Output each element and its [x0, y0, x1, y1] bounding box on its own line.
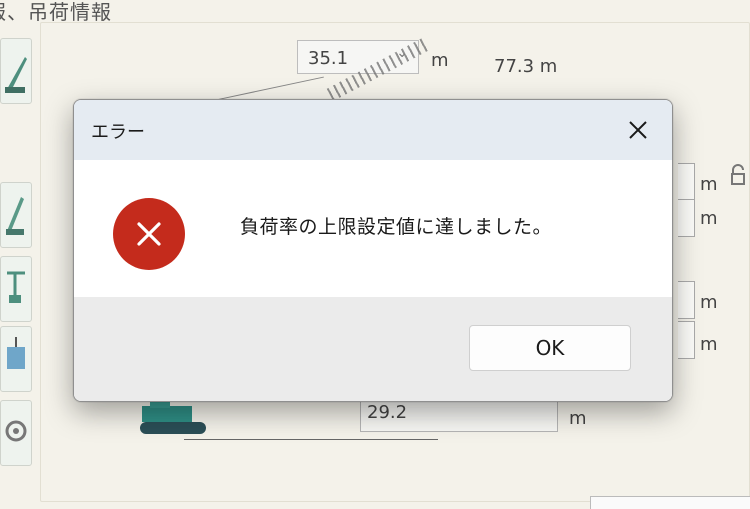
- distance-field[interactable]: 29.2: [360, 398, 558, 432]
- boom-length-unit: m: [431, 50, 449, 71]
- right-field-2[interactable]: [678, 199, 695, 237]
- dialog-footer: OK: [74, 297, 672, 401]
- error-message: 負荷率の上限設定値に達しました。: [240, 216, 553, 238]
- settings-tool-icon[interactable]: [0, 400, 32, 466]
- load-tool-icon[interactable]: [0, 326, 32, 392]
- right-field-3[interactable]: [678, 281, 695, 319]
- bottom-field[interactable]: [590, 496, 750, 509]
- dialog-title: エラー: [91, 122, 145, 143]
- boom-length-value: 35.1: [308, 48, 349, 69]
- right-unit-4: m: [700, 334, 718, 355]
- error-dialog: エラー 負荷率の上限設定値に達しました。 OK: [73, 99, 673, 402]
- close-button[interactable]: [618, 112, 658, 148]
- crane-tool-icon[interactable]: [0, 38, 32, 104]
- boom-tool-icon[interactable]: [0, 182, 32, 248]
- radius-value: 77.3 m: [494, 56, 558, 77]
- hook-tool-icon[interactable]: [0, 256, 32, 322]
- dialog-titlebar: エラー: [74, 100, 672, 160]
- right-unit-2: m: [700, 208, 718, 229]
- right-field-4[interactable]: [678, 321, 695, 359]
- right-unit-1: m: [700, 174, 718, 195]
- error-icon: [113, 198, 185, 270]
- dialog-content: 負荷率の上限設定値に達しました。: [74, 160, 672, 297]
- distance-value: 29.2: [367, 402, 408, 423]
- ok-button[interactable]: OK: [469, 325, 631, 371]
- distance-unit: m: [569, 408, 587, 429]
- right-unit-3: m: [700, 292, 718, 313]
- unlock-icon[interactable]: [731, 164, 745, 186]
- dimension-line: [184, 439, 438, 440]
- crane-body-diagram: [140, 400, 206, 434]
- right-field-1[interactable]: [678, 163, 695, 201]
- close-icon: [629, 121, 647, 139]
